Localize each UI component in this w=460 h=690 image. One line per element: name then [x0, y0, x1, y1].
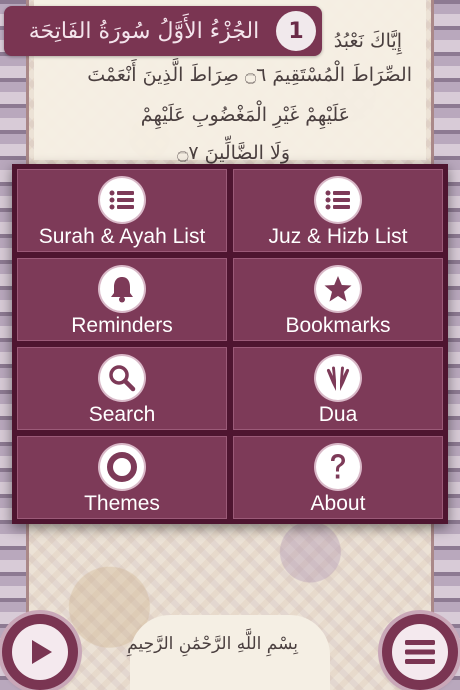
verse-line: عَلَيْهِمْ غَيْرِ الْمَغْضُوبِ عَلَيْهِم… [140, 104, 350, 126]
menu-button[interactable] [382, 614, 458, 690]
juz-hizb-list-button[interactable]: Juz & Hizb List [233, 169, 443, 252]
play-button[interactable] [2, 614, 78, 690]
main-menu: Surah & Ayah List Juz & Hizb List Remind… [12, 164, 448, 524]
surah-ayah-list-button[interactable]: Surah & Ayah List [17, 169, 227, 252]
hamburger-icon [392, 624, 448, 680]
star-icon [316, 267, 360, 311]
search-icon [100, 356, 144, 400]
surah-title: الجُزْءُ الأَوَّلُ سُورَةُ الفَاتِحَة [28, 18, 260, 44]
bookmarks-button[interactable]: Bookmarks [233, 258, 443, 341]
verse-line: إِيَّاكَ نَعْبُدُ [333, 30, 402, 52]
ring-icon [100, 445, 144, 489]
bell-icon [100, 267, 144, 311]
bookmarks-label: Bookmarks [285, 314, 391, 337]
play-icon [12, 624, 68, 680]
themes-button[interactable]: Themes [17, 436, 227, 519]
juz-hizb-list-label: Juz & Hizb List [268, 225, 408, 248]
verse-line: وَلَا الضَّالِّينَ ۝٧ [177, 142, 290, 164]
reminders-label: Reminders [71, 314, 173, 337]
juz-number-badge: 1 [276, 11, 316, 51]
list-icon [316, 178, 360, 222]
themes-label: Themes [84, 492, 160, 515]
verse-line: الصِّرَاطَ الْمُسْتَقِيمَ ۝٦ صِرَاطَ الَ… [87, 64, 412, 86]
about-label: About [310, 492, 366, 515]
list-icon [100, 178, 144, 222]
dua-button[interactable]: Dua [233, 347, 443, 430]
question-icon [316, 445, 360, 489]
search-button[interactable]: Search [17, 347, 227, 430]
praying-hands-icon [316, 356, 360, 400]
dua-label: Dua [318, 403, 358, 426]
surah-ayah-list-label: Surah & Ayah List [38, 225, 206, 248]
surah-header: الجُزْءُ الأَوَّلُ سُورَةُ الفَاتِحَة 1 [4, 6, 322, 56]
basmala-line: بِسْمِ اللَّهِ الرَّحْمَٰنِ الرَّحِيمِ [127, 634, 298, 654]
about-button[interactable]: About [233, 436, 443, 519]
reminders-button[interactable]: Reminders [17, 258, 227, 341]
search-label: Search [88, 403, 156, 426]
